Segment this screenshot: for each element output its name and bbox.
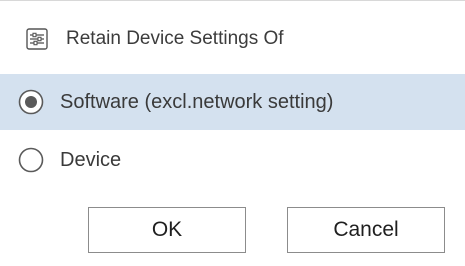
retain-settings-dialog: Retain Device Settings Of Software (excl… xyxy=(0,0,465,266)
option-device-label: Device xyxy=(60,149,122,171)
option-software-label: Software (excl.network setting) xyxy=(60,91,334,113)
dialog-title: Retain Device Settings Of xyxy=(66,28,284,49)
dialog-titlebar: Retain Device Settings Of xyxy=(0,1,465,73)
option-software[interactable]: Software (excl.network setting) xyxy=(0,74,465,130)
ok-button[interactable]: OK xyxy=(88,207,246,253)
radio-unselected-icon[interactable] xyxy=(18,147,44,173)
cancel-button[interactable]: Cancel xyxy=(287,207,445,253)
radio-selected-icon[interactable] xyxy=(18,89,44,115)
settings-sliders-icon xyxy=(26,28,48,50)
option-device[interactable]: Device xyxy=(0,132,465,188)
